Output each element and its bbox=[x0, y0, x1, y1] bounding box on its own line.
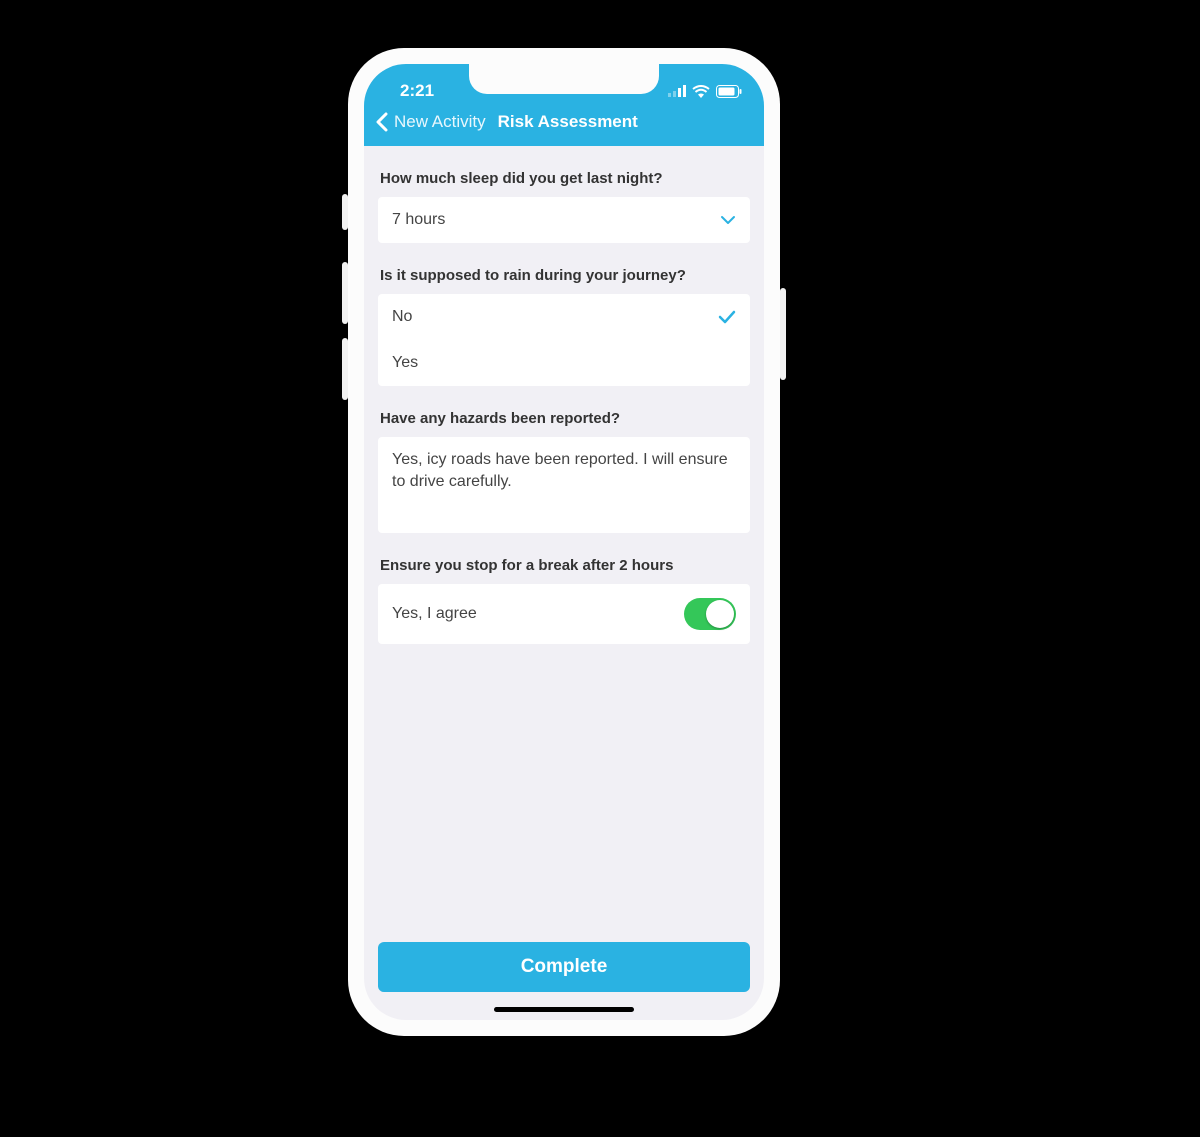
complete-button-label: Complete bbox=[521, 956, 608, 977]
home-indicator bbox=[494, 1007, 634, 1012]
toggle-knob bbox=[706, 600, 734, 628]
status-time: 2:21 bbox=[400, 81, 434, 101]
wifi-icon bbox=[692, 85, 710, 98]
break-toggle[interactable] bbox=[684, 598, 736, 630]
screen: 2:21 bbox=[364, 64, 764, 1020]
rain-question-label: Is it supposed to rain during your journ… bbox=[380, 267, 748, 284]
phone-frame: 2:21 bbox=[348, 48, 780, 1036]
status-icons bbox=[668, 85, 742, 98]
hazards-text: Yes, icy roads have been reported. I wil… bbox=[392, 451, 728, 490]
hazards-question-label: Have any hazards been reported? bbox=[380, 410, 748, 427]
rain-option-list: No Yes bbox=[378, 294, 750, 386]
break-agree-text: Yes, I agree bbox=[392, 605, 477, 623]
check-icon bbox=[718, 310, 736, 324]
form-content: How much sleep did you get last night? 7… bbox=[364, 146, 764, 928]
chevron-down-icon bbox=[720, 215, 736, 225]
hazards-textarea[interactable]: Yes, icy roads have been reported. I wil… bbox=[378, 437, 750, 533]
break-agree-row: Yes, I agree bbox=[378, 584, 750, 644]
volume-up-button bbox=[342, 262, 348, 324]
back-chevron-icon[interactable] bbox=[374, 112, 388, 132]
battery-icon bbox=[716, 85, 742, 98]
sleep-question-label: How much sleep did you get last night? bbox=[380, 170, 748, 187]
break-question-label: Ensure you stop for a break after 2 hour… bbox=[380, 557, 748, 574]
sleep-select-value: 7 hours bbox=[392, 211, 445, 229]
rain-option-yes[interactable]: Yes bbox=[378, 340, 750, 386]
back-button[interactable]: New Activity bbox=[394, 112, 486, 132]
sleep-select[interactable]: 7 hours bbox=[378, 197, 750, 243]
complete-button[interactable]: Complete bbox=[378, 942, 750, 992]
rain-option-yes-label: Yes bbox=[392, 354, 418, 372]
rain-option-no[interactable]: No bbox=[378, 294, 750, 340]
power-button bbox=[780, 288, 786, 380]
silence-switch bbox=[342, 194, 348, 230]
page-title: Risk Assessment bbox=[498, 112, 638, 132]
notch bbox=[469, 64, 659, 94]
rain-option-no-label: No bbox=[392, 308, 412, 326]
cellular-icon bbox=[668, 85, 686, 97]
nav-bar: New Activity Risk Assessment bbox=[364, 104, 764, 146]
volume-down-button bbox=[342, 338, 348, 400]
